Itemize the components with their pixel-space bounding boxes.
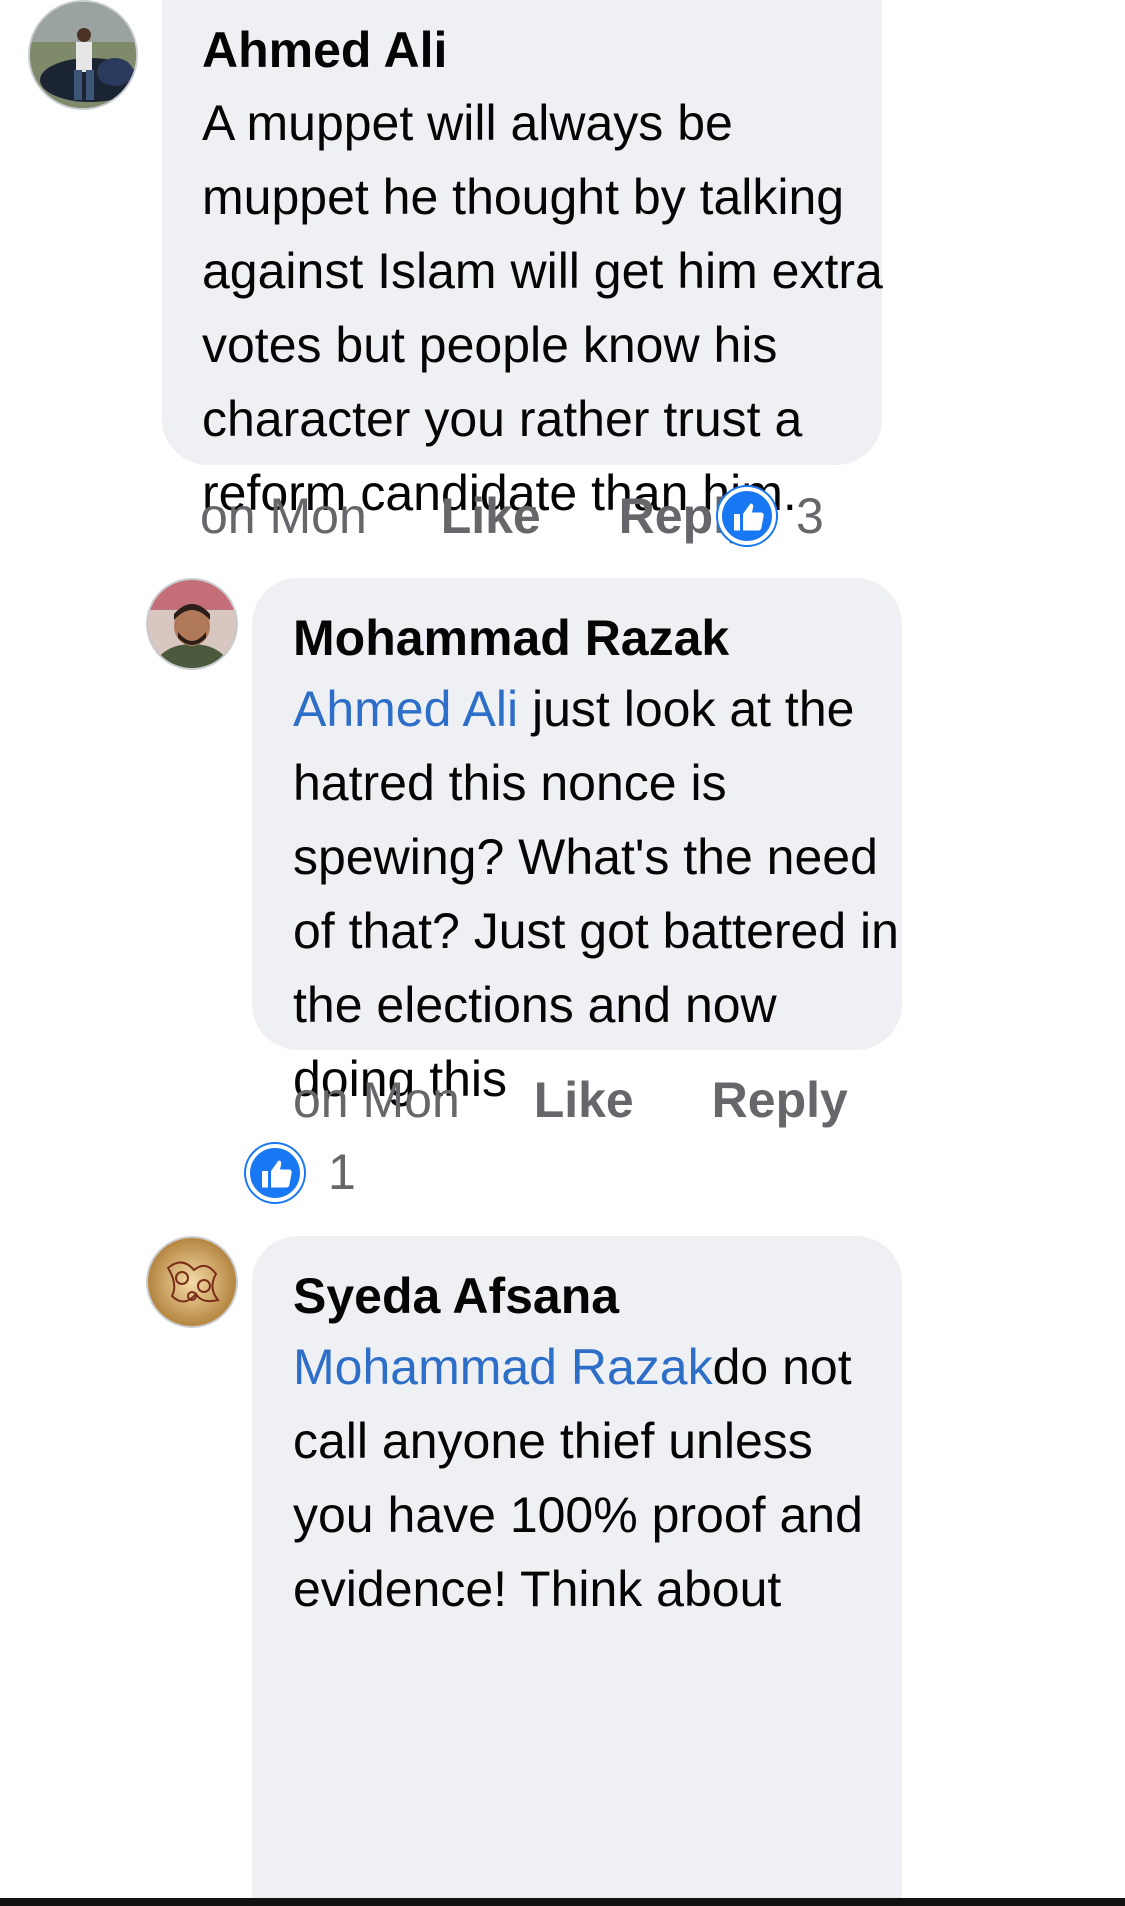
avatar-photo-icon	[30, 2, 136, 108]
comment-bubble: Syeda Afsana Mohammad Razakdo not call a…	[252, 1236, 902, 1906]
reaction-count[interactable]: 3	[796, 486, 824, 546]
comment-author[interactable]: Mohammad Razak	[293, 608, 902, 668]
comment-text-line: character you rather trust a	[202, 391, 803, 447]
comment-text-line: evidence! Think about	[293, 1561, 782, 1617]
comment-text-line: hatred this nonce is	[293, 755, 727, 811]
avatar[interactable]	[146, 578, 238, 670]
comment-thread: Ahmed Ali A muppet will always be muppet…	[0, 0, 1125, 1906]
comment-text-line: muppet he thought by talking	[202, 169, 845, 225]
comment-text-line: call anyone thief unless	[293, 1413, 813, 1469]
comment-text-line: you have 100% proof and	[293, 1487, 863, 1543]
comment-actions: on Mon Like Reply	[293, 1070, 848, 1130]
comment-text-segment: just look at the	[518, 681, 855, 737]
mention-link[interactable]: Ahmed Ali	[293, 681, 518, 737]
comment-text-line: spewing? What's the need	[293, 829, 878, 885]
screen-bottom-edge	[0, 1898, 1125, 1906]
comment-actions: on Mon Like Reply	[200, 486, 755, 546]
comment-text: Ahmed Ali just look at the hatred this n…	[293, 672, 902, 1116]
like-icon[interactable]	[246, 1144, 304, 1202]
comment-text-line: votes but people know his	[202, 317, 778, 373]
comment-text: Mohammad Razakdo not call anyone thief u…	[293, 1330, 902, 1626]
comment-timestamp[interactable]: on Mon	[200, 488, 367, 544]
comment-text-line: the elections and now	[293, 977, 777, 1033]
reaction-count[interactable]: 1	[328, 1142, 356, 1202]
avatar[interactable]	[28, 0, 138, 110]
comment-author[interactable]: Syeda Afsana	[293, 1266, 902, 1326]
comment-timestamp[interactable]: on Mon	[293, 1072, 460, 1128]
comment-bubble: Mohammad Razak Ahmed Ali just look at th…	[252, 578, 902, 1107]
mention-link[interactable]: Mohammad Razak	[293, 1339, 713, 1395]
avatar[interactable]	[146, 1236, 238, 1328]
avatar-photo-icon	[148, 1238, 236, 1326]
comment-text-segment: do not	[712, 1339, 852, 1395]
comment-text-line: A muppet will always be	[202, 95, 733, 151]
comment-text: A muppet will always be muppet he though…	[202, 86, 883, 530]
comment-bubble: Ahmed Ali A muppet will always be muppet…	[162, 0, 883, 521]
avatar-photo-icon	[148, 580, 236, 668]
reply-button[interactable]: Reply	[712, 1072, 848, 1128]
comment-text-line: Ahmed Ali just look at the	[293, 672, 902, 746]
comment-text-line: against Islam will get him extra	[202, 243, 883, 299]
like-icon[interactable]	[718, 487, 776, 545]
comment-text-line: Mohammad Razakdo not	[293, 1330, 902, 1404]
like-button[interactable]: Like	[441, 488, 541, 544]
comment-text-line: of that? Just got battered in	[293, 903, 899, 959]
like-button[interactable]: Like	[534, 1072, 634, 1128]
comment-author[interactable]: Ahmed Ali	[202, 20, 882, 80]
